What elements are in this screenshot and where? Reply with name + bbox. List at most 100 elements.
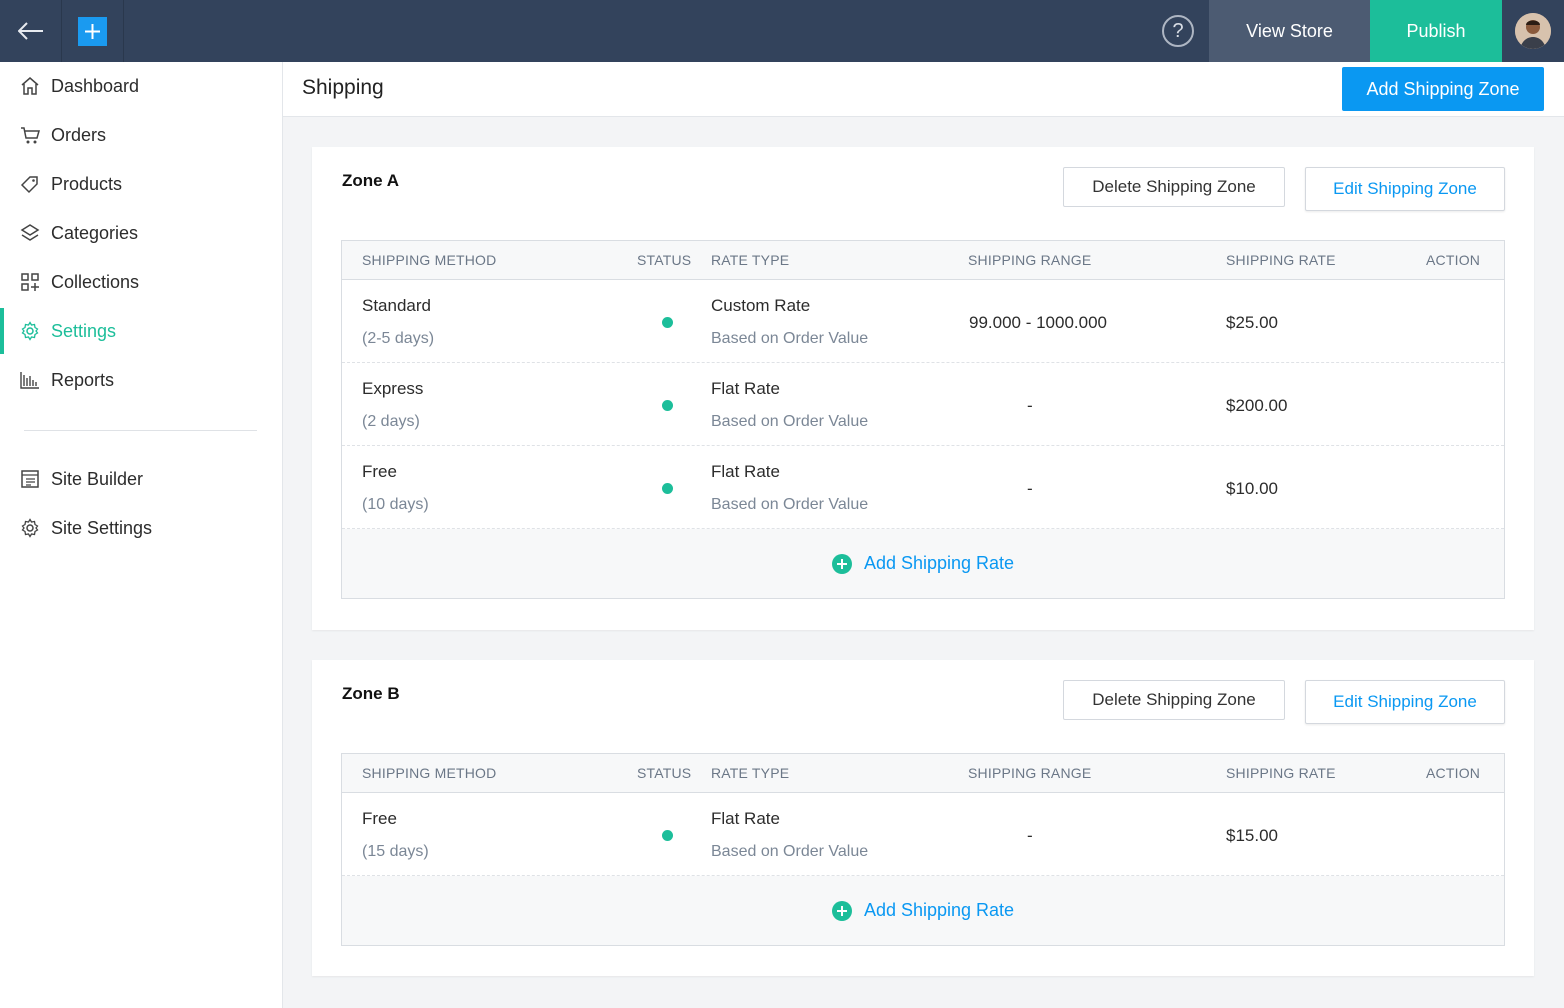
rate-basis: Based on Order Value (711, 496, 869, 513)
view-store-button[interactable]: View Store (1209, 0, 1370, 62)
sidebar-item-settings[interactable]: Settings (0, 308, 282, 354)
zone-title: Zone A (342, 171, 399, 190)
column-header-status: STATUS (637, 252, 692, 268)
status-indicator (662, 317, 673, 328)
table-header: SHIPPING METHOD STATUS RATE TYPE SHIPPIN… (342, 241, 1504, 280)
method-duration: (10 days) (362, 496, 429, 513)
shipping-range: - (1027, 826, 1033, 845)
page-header: Shipping Add Shipping Zone (283, 62, 1564, 117)
arrow-left-icon (17, 22, 43, 40)
shipping-range: 99.000 - 1000.000 (969, 313, 1108, 332)
add-shipping-rate-button[interactable]: Add Shipping Rate (342, 876, 1504, 945)
method-duration: (2-5 days) (362, 330, 435, 347)
method-name: Free (362, 809, 397, 828)
delete-zone-button[interactable]: Delete Shipping Zone (1063, 680, 1285, 720)
sidebar-item-label: Site Settings (51, 517, 153, 538)
column-header-action: ACTION (1426, 252, 1481, 268)
publish-button[interactable]: Publish (1370, 0, 1502, 62)
sidebar-item-label: Reports (51, 369, 115, 390)
plus-circle-icon (831, 900, 852, 921)
edit-zone-button[interactable]: Edit Shipping Zone (1305, 680, 1505, 724)
method-name: Standard (362, 296, 431, 315)
sidebar-item-label: Products (51, 173, 123, 194)
tag-icon (20, 174, 40, 194)
status-indicator (662, 483, 673, 494)
home-icon (20, 76, 40, 96)
rate-basis: Based on Order Value (711, 330, 869, 347)
cart-icon (20, 125, 40, 145)
edit-zone-button[interactable]: Edit Shipping Zone (1305, 167, 1505, 211)
delete-zone-button[interactable]: Delete Shipping Zone (1063, 167, 1285, 207)
column-header-rate-type: RATE TYPE (711, 252, 790, 268)
layers-icon (20, 223, 40, 243)
add-shipping-rate-label: Add Shipping Rate (863, 553, 1015, 573)
method-name: Express (362, 379, 424, 398)
sidebar: Dashboard Orders Products Categories Col… (0, 62, 283, 1008)
rates-table: SHIPPING METHOD STATUS RATE TYPE SHIPPIN… (341, 753, 1505, 946)
layout-icon (20, 469, 40, 489)
column-header-method: SHIPPING METHOD (362, 252, 497, 268)
sidebar-item-orders[interactable]: Orders (0, 112, 282, 158)
shipping-rate: $200.00 (1226, 396, 1288, 415)
zone-title: Zone B (342, 684, 400, 703)
method-duration: (2 days) (362, 413, 420, 430)
rate-type: Flat Rate (711, 809, 780, 828)
rate-type: Flat Rate (711, 462, 780, 481)
back-button[interactable] (0, 0, 62, 62)
sidebar-item-label: Categories (51, 222, 139, 243)
gear-icon (20, 518, 40, 538)
column-header-rate: SHIPPING RATE (1226, 765, 1336, 781)
column-header-status: STATUS (637, 765, 692, 781)
create-button[interactable] (62, 0, 124, 62)
sidebar-item-label: Collections (51, 271, 140, 292)
avatar[interactable] (1515, 13, 1551, 49)
sidebar-item-collections[interactable]: Collections (0, 259, 282, 305)
rates-table: SHIPPING METHOD STATUS RATE TYPE SHIPPIN… (341, 240, 1505, 599)
table-row[interactable]: Free (15 days) Flat Rate Based on Order … (342, 793, 1504, 876)
sidebar-item-label: Settings (51, 320, 117, 341)
top-bar: ? View Store Publish (0, 0, 1564, 62)
rate-basis: Based on Order Value (711, 843, 869, 860)
column-header-range: SHIPPING RANGE (968, 765, 1092, 781)
column-header-action: ACTION (1426, 765, 1481, 781)
sidebar-item-label: Orders (51, 124, 107, 145)
help-button[interactable]: ? (1162, 15, 1194, 47)
rate-type: Custom Rate (711, 296, 811, 315)
rate-basis: Based on Order Value (711, 413, 869, 430)
column-header-method: SHIPPING METHOD (362, 765, 497, 781)
sidebar-item-site-builder[interactable]: Site Builder (0, 456, 282, 502)
gear-icon (20, 321, 40, 341)
plus-icon (78, 16, 107, 46)
bar-chart-icon (20, 370, 40, 390)
column-header-rate: SHIPPING RATE (1226, 252, 1336, 268)
sidebar-item-products[interactable]: Products (0, 161, 282, 207)
rate-type: Flat Rate (711, 379, 780, 398)
shipping-range: - (1027, 479, 1033, 498)
zone-card: Zone A Delete Shipping Zone Edit Shippin… (312, 147, 1534, 630)
zone-card: Zone B Delete Shipping Zone Edit Shippin… (312, 660, 1534, 976)
add-shipping-zone-button[interactable]: Add Shipping Zone (1342, 67, 1544, 111)
add-shipping-rate-label: Add Shipping Rate (863, 900, 1015, 920)
plus-circle-icon (831, 553, 852, 574)
sidebar-item-reports[interactable]: Reports (0, 357, 282, 403)
status-indicator (662, 830, 673, 841)
shipping-rate: $10.00 (1226, 479, 1278, 498)
table-row[interactable]: Free (10 days) Flat Rate Based on Order … (342, 446, 1504, 529)
sidebar-item-label: Dashboard (51, 75, 140, 96)
add-shipping-rate-button[interactable]: Add Shipping Rate (342, 529, 1504, 598)
grid-icon (20, 272, 40, 292)
sidebar-item-categories[interactable]: Categories (0, 210, 282, 256)
status-indicator (662, 400, 673, 411)
table-header: SHIPPING METHOD STATUS RATE TYPE SHIPPIN… (342, 754, 1504, 793)
method-duration: (15 days) (362, 843, 429, 860)
shipping-range: - (1027, 396, 1033, 415)
sidebar-item-site-settings[interactable]: Site Settings (0, 505, 282, 551)
table-row[interactable]: Express (2 days) Flat Rate Based on Orde… (342, 363, 1504, 446)
page-title: Shipping (302, 76, 384, 99)
sidebar-item-dashboard[interactable]: Dashboard (0, 63, 282, 109)
column-header-rate-type: RATE TYPE (711, 765, 790, 781)
table-row[interactable]: Standard (2-5 days) Custom Rate Based on… (342, 280, 1504, 363)
shipping-rate: $25.00 (1226, 313, 1278, 332)
column-header-range: SHIPPING RANGE (968, 252, 1092, 268)
method-name: Free (362, 462, 397, 481)
